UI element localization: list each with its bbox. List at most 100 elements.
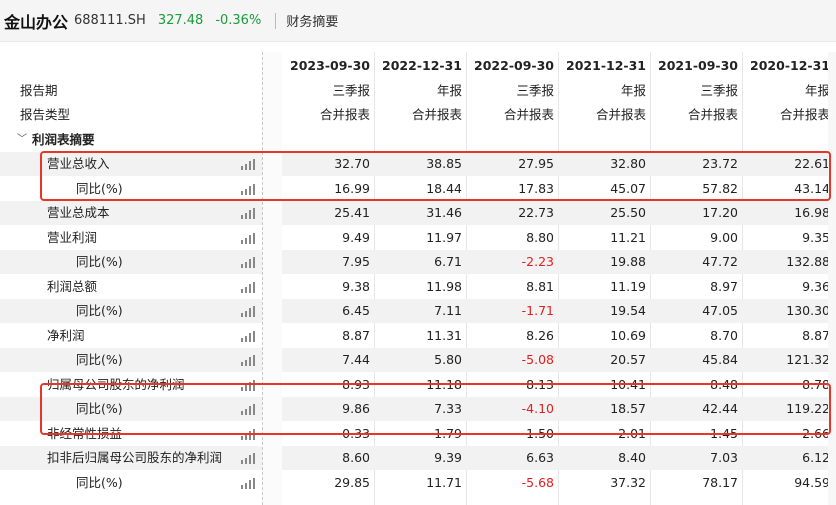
table-row: 32.70 38.85 27.95 32.80 23.72 22.61 <box>282 152 836 176</box>
table-row[interactable]: 扣非后归属母公司股东的净利润 <box>0 446 262 470</box>
value-cell: 11.97 <box>426 229 462 245</box>
header-divider <box>275 12 277 29</box>
value-cell: 8.60 <box>342 450 370 465</box>
table-row[interactable]: 同比(%) <box>0 471 262 495</box>
value-cell: 22.61 <box>794 156 830 171</box>
table-row: 9.86 7.33 -4.10 18.57 42.44 119.22 <box>282 397 836 421</box>
value-cell: 6.45 <box>342 303 370 318</box>
value-cell: 42.44 <box>702 401 738 416</box>
table-row[interactable]: 非经常性损益 <box>0 422 262 446</box>
value-cell: 11.31 <box>426 327 462 343</box>
row-label: 归属母公司股东的净利润 <box>47 376 185 392</box>
report-type-value: 合并报表 <box>411 107 462 122</box>
value-cell: 38.85 <box>426 156 462 171</box>
value-cell: 47.72 <box>702 254 738 269</box>
value-cell: 6.71 <box>434 254 462 269</box>
table-row[interactable]: 同比(%) <box>0 177 262 201</box>
value-cell: 8.48 <box>710 376 738 392</box>
column-date: 2022-12-31 <box>382 58 462 73</box>
stock-code: 688111.SH <box>74 13 146 28</box>
table-row[interactable]: 同比(%) <box>0 250 262 274</box>
bar-chart-icon[interactable] <box>241 183 255 195</box>
value-cell: 32.80 <box>610 156 646 171</box>
module-title[interactable]: 财务摘要 <box>286 11 338 30</box>
table-row[interactable]: 利润总额 <box>0 275 262 299</box>
value-cell: 20.57 <box>610 352 646 367</box>
table-row[interactable]: 净利润 <box>0 324 262 348</box>
value-cell: 17.20 <box>702 205 738 220</box>
value-cell: 7.03 <box>710 450 738 465</box>
value-cell: 8.87 <box>802 327 830 343</box>
table-row[interactable]: 归属母公司股东的净利润 <box>0 373 262 397</box>
row-label: 同比(%) <box>76 303 123 318</box>
value-cell: 7.44 <box>342 352 370 367</box>
value-cell: 8.40 <box>618 450 646 465</box>
report-period-value: 三季报 <box>700 82 738 98</box>
value-cell: 6.63 <box>526 450 554 465</box>
value-cell: 57.82 <box>702 180 738 196</box>
report-period-row: 报告期 <box>0 79 262 103</box>
bar-chart-icon[interactable] <box>241 257 255 268</box>
bar-chart-icon[interactable] <box>241 355 255 366</box>
value-cell: 19.54 <box>610 303 646 318</box>
bar-chart-icon[interactable] <box>241 453 255 464</box>
stock-change: -0.36% <box>215 13 262 28</box>
value-cell: 0.33 <box>342 425 370 441</box>
value-cell: 8.70 <box>710 327 738 343</box>
section-income-statement[interactable]: ﹀ 利润表摘要 <box>0 128 262 152</box>
table-row[interactable]: 同比(%) <box>0 397 262 421</box>
table-row: 8.87 11.31 8.26 10.69 8.70 8.87 <box>282 324 836 348</box>
value-cell: 9.36 <box>802 278 830 294</box>
stock-name: 金山办公 <box>4 12 69 32</box>
table-row[interactable]: 营业总成本 <box>0 201 262 225</box>
value-cell: -1.71 <box>521 303 554 318</box>
value-cell: 130.30 <box>786 303 830 318</box>
vertical-scrollbar[interactable] <box>828 52 836 505</box>
value-cell: 2.66 <box>802 425 830 441</box>
table-row: 8.60 9.39 6.63 8.40 7.03 6.12 <box>282 446 836 470</box>
table-row[interactable]: 营业利润 <box>0 226 262 250</box>
row-label: 利润总额 <box>47 278 98 294</box>
bar-chart-icon[interactable] <box>241 404 255 415</box>
value-cell: 17.83 <box>518 180 554 196</box>
report-period-value: 三季报 <box>516 82 554 98</box>
value-cell: 8.80 <box>526 229 554 245</box>
value-cell: 9.39 <box>434 450 462 465</box>
value-cell: -5.68 <box>521 474 554 490</box>
column-date: 2020-12-31 <box>750 58 830 73</box>
bar-chart-icon[interactable] <box>241 428 255 440</box>
value-cell: 8.78 <box>802 376 830 392</box>
table-row[interactable]: 同比(%) <box>0 299 262 323</box>
value-cell: 18.44 <box>426 180 462 196</box>
value-cell: 11.98 <box>426 278 462 294</box>
report-period-value: 三季报 <box>332 82 370 98</box>
value-cell: 8.13 <box>526 376 554 392</box>
value-cell: -5.08 <box>521 352 554 367</box>
bar-chart-icon[interactable] <box>241 306 255 317</box>
value-cell: 43.14 <box>794 180 830 196</box>
bar-chart-icon[interactable] <box>241 379 255 391</box>
value-cell: 9.86 <box>342 401 370 416</box>
row-label: 同比(%) <box>76 474 123 490</box>
bar-chart-icon[interactable] <box>241 477 255 489</box>
value-cell: 7.11 <box>434 303 462 318</box>
value-cell: 78.17 <box>702 474 738 490</box>
bar-chart-icon[interactable] <box>241 232 255 244</box>
bar-chart-icon[interactable] <box>241 159 255 170</box>
bar-chart-icon[interactable] <box>241 281 255 293</box>
bar-chart-icon[interactable] <box>241 330 255 342</box>
bar-chart-icon[interactable] <box>241 208 255 219</box>
section-label: 利润表摘要 <box>32 131 95 147</box>
value-cell: 6.12 <box>802 450 830 465</box>
row-label: 同比(%) <box>76 352 123 367</box>
value-cell: 7.95 <box>342 254 370 269</box>
pane-splitter[interactable] <box>262 52 282 505</box>
value-cell: 10.41 <box>610 376 646 392</box>
value-cell: 11.18 <box>426 376 462 392</box>
table-row[interactable]: 营业总收入 <box>0 152 262 176</box>
row-label: 非经常性损益 <box>47 425 123 441</box>
table-row[interactable]: 同比(%) <box>0 348 262 372</box>
column-date: 2021-12-31 <box>566 58 646 73</box>
collapse-chevron-icon[interactable]: ﹀ <box>17 128 27 152</box>
row-label: 同比(%) <box>76 180 123 196</box>
